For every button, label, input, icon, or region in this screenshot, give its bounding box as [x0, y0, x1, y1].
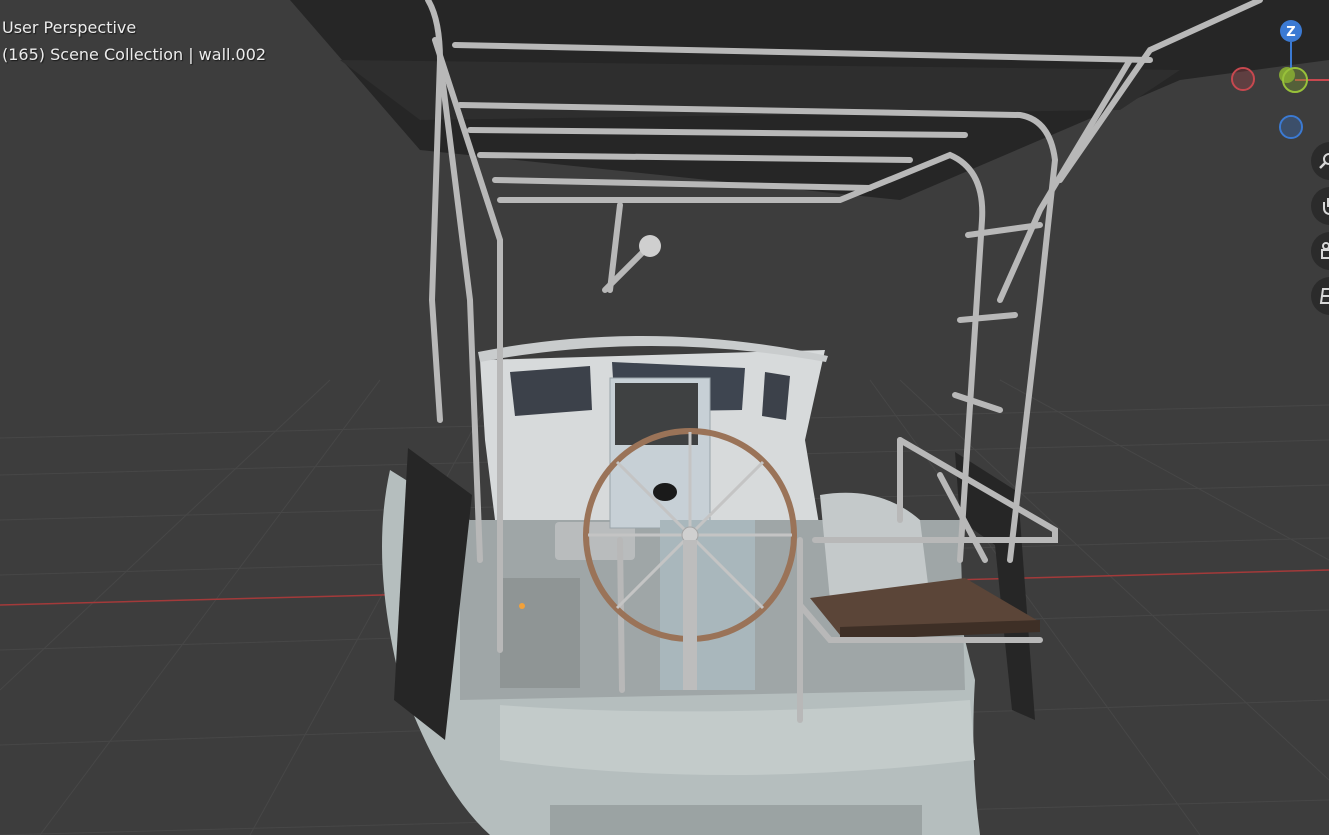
scene-render[interactable]: [0, 0, 1329, 835]
zoom-icon: [1319, 152, 1329, 170]
active-object-info: (165) Scene Collection | wall.002: [2, 45, 267, 64]
3d-viewport[interactable]: User Perspective (165) Scene Collection …: [0, 0, 1329, 835]
orthographic-grid-icon: [1319, 286, 1329, 306]
camera-icon: [1319, 241, 1329, 261]
view-mode-label: User Perspective: [2, 18, 137, 37]
navigation-gizmo[interactable]: Z: [1220, 14, 1329, 144]
object-origin: [519, 603, 525, 609]
gizmo-z-label: Z: [1286, 25, 1295, 40]
pan-hand-icon: [1319, 196, 1329, 216]
